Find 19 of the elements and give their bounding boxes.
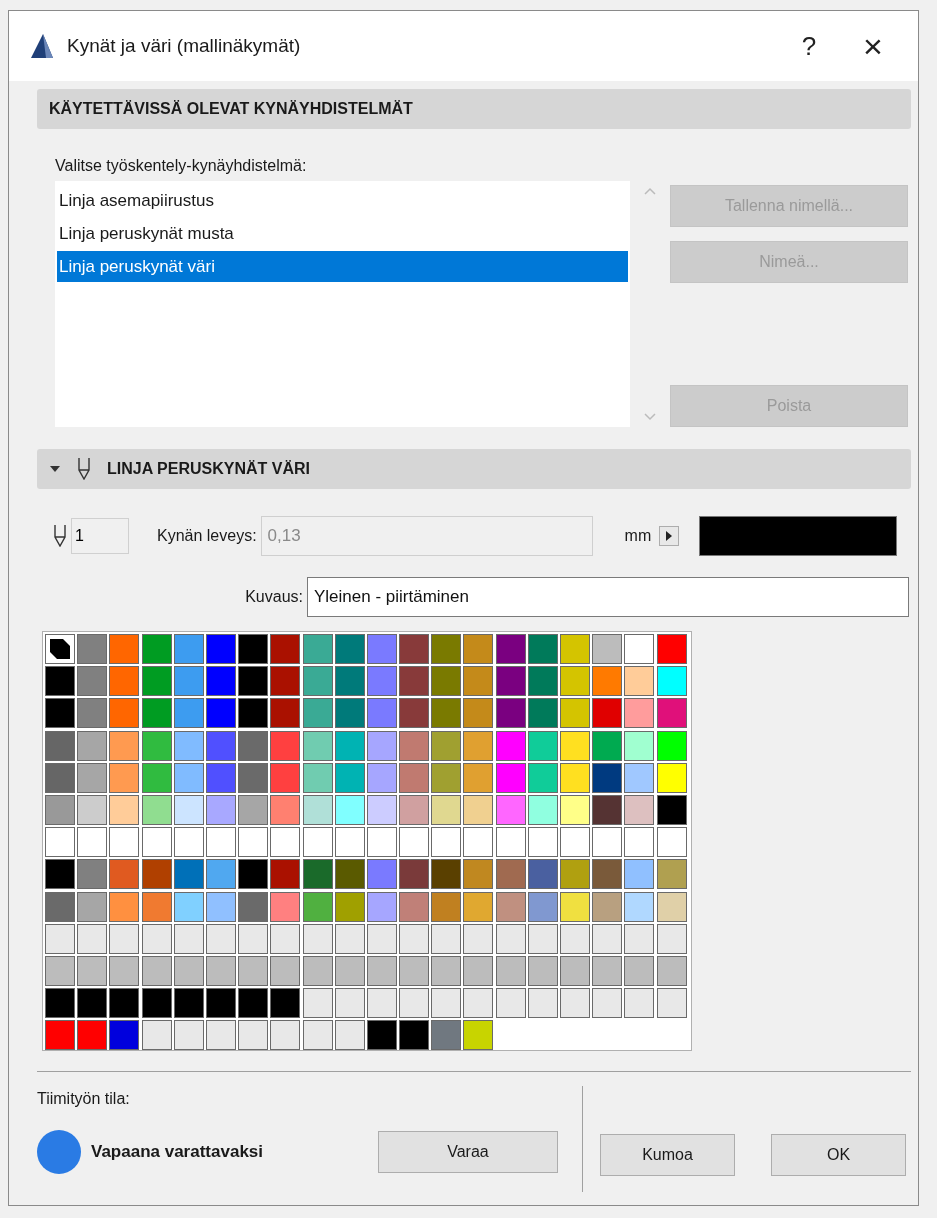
help-button[interactable]: ? (784, 24, 834, 68)
width-label: Kynän leveys: (157, 527, 257, 544)
dialog-button[interactable]: Kumoa (600, 1134, 735, 1176)
list-item[interactable]: Linja peruskynät väri (57, 251, 628, 282)
section-title: KÄYTETTÄVISSÄ OLEVAT KYNÄYHDISTELMÄT (49, 100, 413, 118)
window-title: Kynät ja väri (mallinäkymät) (67, 35, 302, 57)
list-item[interactable]: Linja peruskynät musta (57, 218, 628, 249)
reserve-button[interactable]: Varaa (378, 1131, 558, 1173)
description-field[interactable]: Yleinen - piirtäminen (307, 577, 909, 617)
list-label: Valitse työskentely-kynäyhdistelmä: (55, 157, 307, 174)
close-button[interactable]: × (848, 24, 898, 68)
status-text: Vapaana varattavaksi (91, 1142, 263, 1162)
unit-label: mm (624, 527, 652, 544)
list-item[interactable]: Linja asemapiirustus (57, 185, 628, 216)
team-status-label: Tiimityön tila: (37, 1090, 131, 1108)
pen-number-field[interactable]: 1 (71, 518, 129, 554)
section-title: LINJA PERUSKYNÄT VÄRI (107, 460, 310, 478)
description-label: Kuvaus: (245, 588, 303, 606)
dialog-button[interactable]: OK (771, 1134, 906, 1176)
